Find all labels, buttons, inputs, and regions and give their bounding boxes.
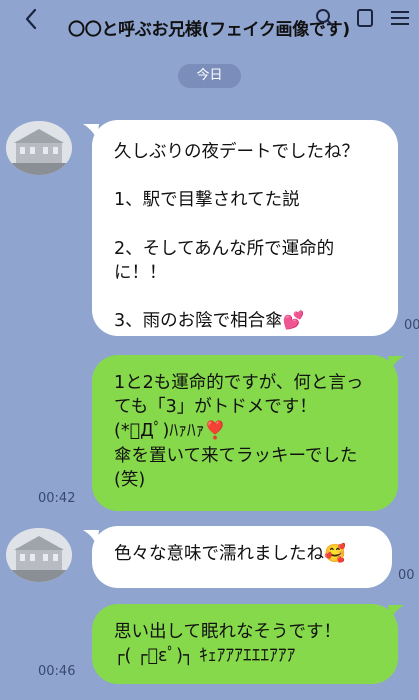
call-icon[interactable] bbox=[355, 8, 375, 28]
chevron-left-icon bbox=[25, 8, 37, 30]
chat-header: 〇〇と呼ぶお兄様(フェイク画像です) bbox=[0, 0, 419, 52]
menu-icon[interactable] bbox=[389, 8, 411, 28]
chat-title: 〇〇と呼ぶお兄様(フェイク画像です) bbox=[68, 20, 350, 40]
date-separator: 今日 bbox=[178, 64, 241, 88]
message-time: 00:42 bbox=[38, 491, 76, 506]
message-bubble[interactable]: 1と2も運命的ですが、何と言っても「3」がトドメです！ (*ﾟДﾟ)ﾊｧﾊｧ❣️… bbox=[92, 355, 398, 511]
search-icon[interactable] bbox=[315, 8, 335, 28]
bubble-tail bbox=[388, 356, 404, 372]
message-bubble[interactable]: 久しぶりの夜デートでしたね？ 1、駅で目撃されてた説 2、そしてあんな所で運命的… bbox=[92, 120, 398, 336]
message-text: 久しぶりの夜デートでしたね？ 1、駅で目撃されてた説 2、そしてあんな所で運命的… bbox=[114, 142, 359, 332]
message-time: 00: bbox=[404, 318, 419, 333]
avatar[interactable] bbox=[6, 528, 72, 582]
message-text: 色々な意味で濡れましたね bbox=[114, 544, 324, 565]
avatar[interactable] bbox=[6, 121, 72, 175]
message-text: 1と2も運命的ですが、何と言っても「3」がトドメです！ (*ﾟДﾟ)ﾊｧﾊｧ bbox=[114, 373, 364, 442]
message-text: 思い出して眠れなそうです！ ┌( ┌ﾟεﾟ)┐ ｷｪｱｱｱｴｴｴｱｱｱ bbox=[114, 622, 341, 667]
message-bubble[interactable]: 思い出して眠れなそうです！ ┌( ┌ﾟεﾟ)┐ ｷｪｱｱｱｴｴｴｱｱｱ bbox=[92, 604, 398, 684]
hearts-emoji: 💕 bbox=[282, 310, 305, 331]
message-text-continued: 傘を置いて来てラッキーでした(笑) bbox=[114, 445, 358, 490]
smiling-face-with-hearts-emoji: 🥰 bbox=[324, 544, 346, 564]
avatar-image bbox=[6, 121, 72, 175]
bubble-tail bbox=[388, 605, 404, 621]
message-bubble[interactable]: 色々な意味で濡れましたね🥰 bbox=[92, 526, 392, 588]
message-time: 00:46 bbox=[38, 664, 76, 679]
heart-exclamation-emoji: ❣️ bbox=[204, 421, 227, 442]
avatar-image bbox=[6, 528, 72, 582]
message-time: 00 bbox=[398, 568, 415, 583]
back-button[interactable] bbox=[18, 6, 44, 32]
